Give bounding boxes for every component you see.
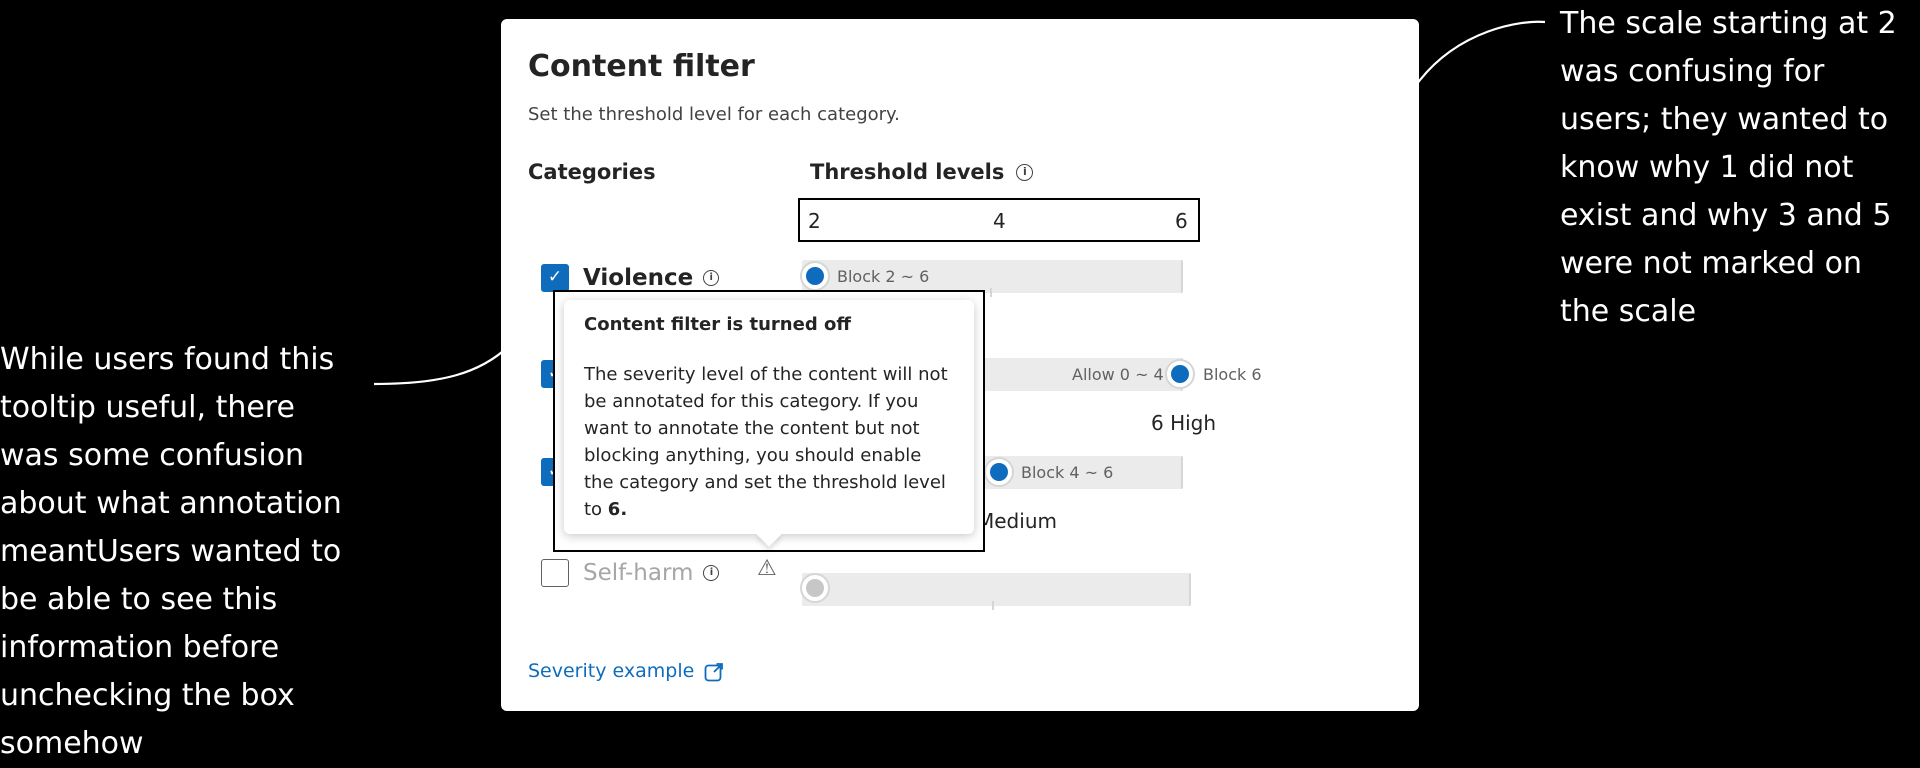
severity-example-label: Severity example [528,660,695,682]
self-harm-slider-track [802,573,1191,610]
category-3-slider-thumb[interactable] [984,457,1014,487]
content-filter-panel: Content filter Set the threshold level f… [501,19,1419,711]
violence-checkbox[interactable]: ✓ [541,264,569,292]
severity-example-link[interactable]: Severity example [528,660,724,682]
violence-label-text: Violence [583,265,694,291]
tooltip-title: Content filter is turned off [584,314,851,335]
self-harm-label-text: Self-harm [583,560,694,586]
external-link-icon [704,662,724,681]
info-icon[interactable]: i [1016,163,1034,181]
self-harm-checkbox[interactable] [541,559,569,587]
scale-label-4: 4 [993,209,1006,233]
tooltip-body-text: The severity level of the content will n… [584,364,948,520]
category-2-block-range: Block 6 [1203,365,1262,384]
category-2-level-label: 6 High [1151,411,1217,435]
panel-subtitle: Set the threshold level for each categor… [528,104,900,125]
category-3-level-label: Medium [977,509,1057,533]
panel-title: Content filter [528,49,755,84]
category-2-allow-range: Allow 0 ~ 4 [1072,365,1164,384]
checkmark-icon: ✓ [547,267,563,287]
scale-label-2: 2 [808,209,821,233]
info-icon[interactable]: i [703,565,720,581]
category-3-block-range: Block 4 ~ 6 [1021,463,1114,482]
categories-header: Categories [528,160,656,184]
category-2-slider-thumb[interactable] [1165,359,1195,389]
self-harm-label: Self-harm i [583,560,720,586]
tooltip-body: The severity level of the content will n… [584,361,954,523]
info-icon[interactable]: i [703,270,720,286]
warning-icon[interactable]: ⚠ [757,556,777,581]
scale-label-6: 6 [1175,209,1188,233]
content-filter-off-tooltip: Content filter is turned off The severit… [564,300,974,534]
tooltip-emphasis: 6. [607,499,628,520]
threshold-header: Threshold levels i [810,160,1034,184]
annotation-scale-note: The scale starting at 2 was confusing fo… [1560,6,1897,329]
annotation-tooltip-note: While users found this tooltip useful, t… [0,342,342,761]
slider-tick [990,288,992,297]
slider-tick [992,601,994,610]
self-harm-slider-thumb [800,573,830,603]
violence-label: Violence i [583,265,720,291]
violence-block-range: Block 2 ~ 6 [837,267,930,286]
violence-slider-thumb[interactable] [800,261,830,291]
threshold-header-label: Threshold levels [810,160,1005,184]
threshold-scale: 2 4 6 [798,198,1200,242]
